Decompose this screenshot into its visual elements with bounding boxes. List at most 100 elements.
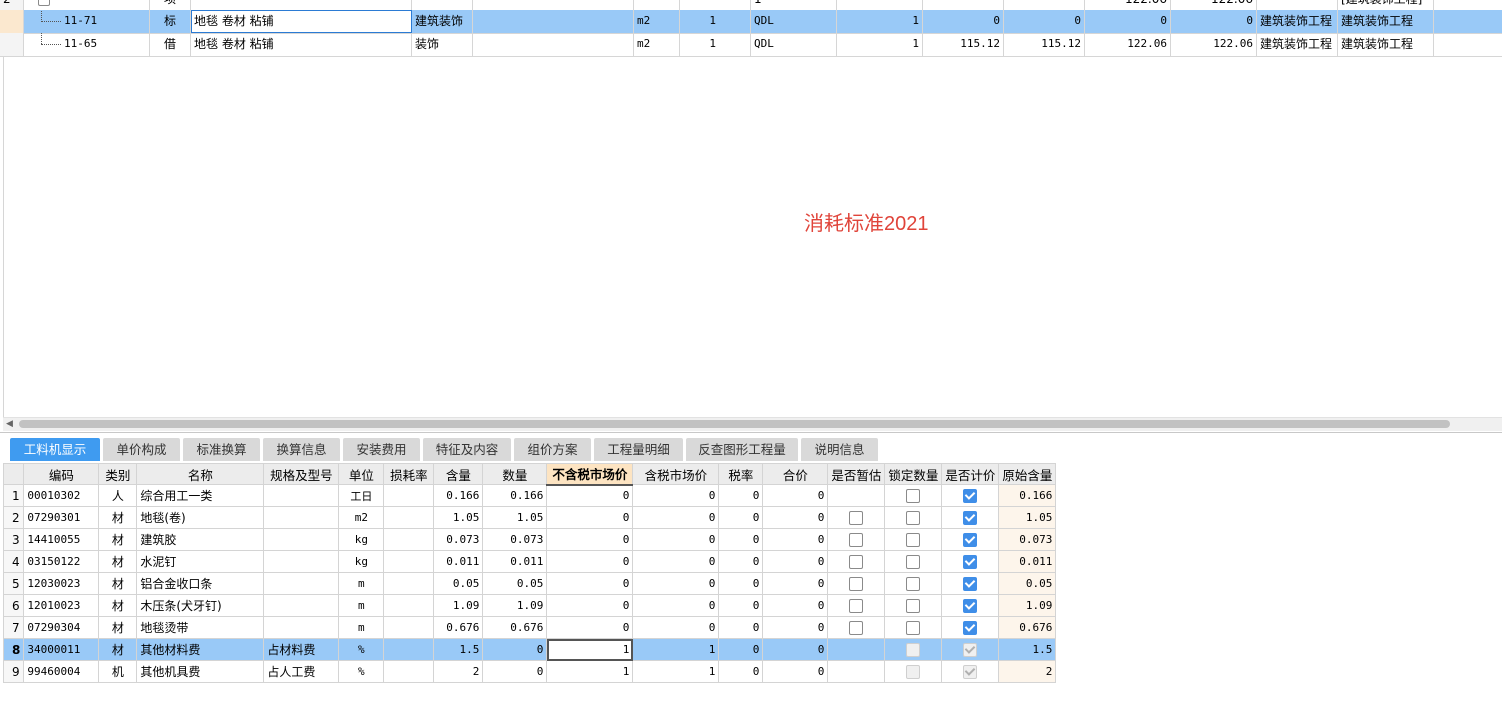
locked-checkbox[interactable] — [906, 576, 921, 591]
material-name[interactable]: 其他机具费 — [136, 660, 265, 683]
market-price-incl-tax[interactable]: 0 — [632, 484, 720, 507]
material-code[interactable]: 03150122 — [23, 550, 100, 573]
col-header-priced[interactable]: 是否计价 — [941, 463, 1000, 485]
priced-checkbox[interactable] — [963, 532, 978, 547]
market-price-excl-tax[interactable]: 0 — [546, 572, 634, 595]
expand-checkbox-icon[interactable] — [38, 0, 50, 6]
quantity-value[interactable]: 1.05 — [482, 506, 548, 529]
material-spec[interactable]: 占材料费 — [263, 638, 340, 661]
locked-checkbox[interactable] — [906, 598, 921, 613]
market-price-incl-tax[interactable]: 0 — [632, 594, 720, 617]
col-header-unit[interactable]: 单位 — [338, 463, 385, 485]
tax-rate[interactable]: 0 — [718, 572, 764, 595]
col-header-loss-rate[interactable]: 损耗率 — [383, 463, 435, 485]
top-grid-row[interactable]: 11-65 借 地毯 卷材 粘铺 装饰 m2 1 QDL 1 115.12 11… — [0, 33, 1502, 57]
material-spec[interactable]: 占人工费 — [263, 660, 340, 683]
tab-quantity-details[interactable]: 工程量明细 — [594, 438, 683, 461]
content-value[interactable]: 1.05 — [433, 506, 484, 529]
material-spec[interactable] — [263, 572, 340, 595]
market-price-excl-tax[interactable]: 0 — [546, 506, 634, 529]
top-grid-row-selected[interactable]: 11-71 标 地毯 卷材 粘铺 建筑装饰 m2 1 QDL 1 0 0 0 0… — [0, 10, 1502, 34]
material-code[interactable]: 12010023 — [23, 594, 100, 617]
col-header-provisional[interactable]: 是否暂估 — [827, 463, 886, 485]
tax-rate[interactable]: 0 — [718, 638, 764, 661]
material-name[interactable]: 地毯(卷) — [136, 506, 265, 529]
loss-rate[interactable] — [383, 594, 435, 617]
material-row[interactable]: 1 00010302 人综合用工一类 工日 0.166 0.166 0 0 0 0 0.166 — [2, 484, 1057, 507]
locked-checkbox[interactable] — [906, 510, 921, 525]
material-code[interactable]: 14410055 — [23, 528, 100, 551]
col-header-content[interactable]: 含量 — [433, 463, 484, 485]
quantity-value[interactable]: 0.073 — [482, 528, 548, 551]
col-header-tax-rate[interactable]: 税率 — [718, 463, 764, 485]
loss-rate[interactable] — [383, 660, 435, 683]
material-name[interactable]: 其他材料费 — [136, 638, 265, 661]
provisional-checkbox[interactable] — [849, 576, 864, 591]
material-spec[interactable] — [263, 528, 340, 551]
material-code[interactable]: 34000011 — [23, 638, 100, 661]
scroll-left-arrow-icon[interactable]: ◀ — [6, 419, 13, 429]
material-row[interactable]: 2 07290301 材地毯(卷) m2 1.05 1.05 0 0 0 0 1.05 — [2, 506, 1057, 529]
material-spec[interactable] — [263, 594, 340, 617]
quantity-value[interactable]: 0.05 — [482, 572, 548, 595]
material-spec[interactable] — [263, 484, 340, 507]
content-value[interactable]: 0.011 — [433, 550, 484, 573]
material-row[interactable]: 5 12030023 材铝合金收口条 m 0.05 0.05 0 0 0 0 0.05 — [2, 572, 1057, 595]
tax-rate[interactable]: 0 — [718, 616, 764, 639]
priced-checkbox[interactable] — [963, 488, 978, 503]
material-code[interactable]: 00010302 — [23, 484, 100, 507]
quantity-value[interactable]: 0 — [482, 638, 548, 661]
market-price-incl-tax[interactable]: 0 — [632, 506, 720, 529]
material-name[interactable]: 木压条(犬牙钉) — [136, 594, 265, 617]
tax-rate[interactable]: 0 — [718, 528, 764, 551]
tax-rate[interactable]: 0 — [718, 484, 764, 507]
market-price-excl-tax[interactable]: 0 — [546, 594, 634, 617]
material-name[interactable]: 综合用工一类 — [136, 484, 265, 507]
content-value[interactable]: 1.09 — [433, 594, 484, 617]
loss-rate[interactable] — [383, 528, 435, 551]
col-header-quantity[interactable]: 数量 — [482, 463, 548, 485]
locked-checkbox[interactable] — [906, 488, 921, 503]
priced-checkbox[interactable] — [963, 510, 978, 525]
tab-features-content[interactable]: 特征及内容 — [423, 438, 511, 461]
tab-pricing-scheme[interactable]: 组价方案 — [514, 438, 591, 461]
material-row[interactable]: 3 14410055 材建筑胶 kg 0.073 0.073 0 0 0 0 0.073 — [2, 528, 1057, 551]
provisional-checkbox[interactable] — [849, 510, 864, 525]
priced-checkbox[interactable] — [963, 576, 978, 591]
content-value[interactable]: 0.05 — [433, 572, 484, 595]
material-row[interactable]: 4 03150122 材水泥钉 kg 0.011 0.011 0 0 0 0 0.011 — [2, 550, 1057, 573]
sub-item-code-cell[interactable]: 11-71 — [24, 10, 150, 33]
market-price-excl-tax[interactable]: 0 — [546, 484, 634, 507]
tab-conversion-info[interactable]: 换算信息 — [263, 438, 340, 461]
market-price-excl-tax[interactable]: 1 — [546, 638, 634, 661]
tab-unit-price-composition[interactable]: 单价构成 — [103, 438, 180, 461]
content-value[interactable]: 1.5 — [433, 638, 484, 661]
tax-rate[interactable]: 0 — [718, 506, 764, 529]
col-header-spec[interactable]: 规格及型号 — [263, 463, 340, 485]
loss-rate[interactable] — [383, 506, 435, 529]
priced-checkbox[interactable] — [963, 620, 978, 635]
material-code[interactable]: 99460004 — [23, 660, 100, 683]
market-price-incl-tax[interactable]: 0 — [632, 616, 720, 639]
loss-rate[interactable] — [383, 616, 435, 639]
material-code[interactable]: 07290301 — [23, 506, 100, 529]
material-name[interactable]: 地毯烫带 — [136, 616, 265, 639]
market-price-excl-tax[interactable]: 0 — [546, 550, 634, 573]
material-row[interactable]: 7 07290304 材地毯烫带 m 0.676 0.676 0 0 0 0 0.676 — [2, 616, 1057, 639]
quantity-value[interactable]: 0.011 — [482, 550, 548, 573]
market-price-incl-tax[interactable]: 0 — [632, 572, 720, 595]
material-code[interactable]: 07290304 — [23, 616, 100, 639]
material-code[interactable]: 12030023 — [23, 572, 100, 595]
market-price-excl-tax[interactable]: 1 — [546, 660, 634, 683]
col-header-type[interactable]: 类别 — [98, 463, 138, 485]
col-header-name[interactable]: 名称 — [136, 463, 265, 485]
locked-checkbox[interactable] — [906, 554, 921, 569]
market-price-incl-tax[interactable]: 1 — [632, 660, 720, 683]
tab-installation-fee[interactable]: 安装费用 — [343, 438, 420, 461]
locked-checkbox[interactable] — [906, 532, 921, 547]
material-name[interactable]: 铝合金收口条 — [136, 572, 265, 595]
col-header-code[interactable]: 编码 — [23, 463, 100, 485]
horizontal-scrollbar[interactable]: ◀ — [3, 417, 1502, 431]
material-spec[interactable] — [263, 616, 340, 639]
locked-checkbox[interactable] — [906, 620, 921, 635]
